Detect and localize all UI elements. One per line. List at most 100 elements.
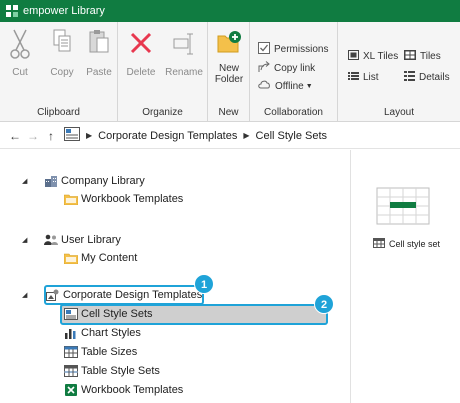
xl-tiles-icon bbox=[348, 50, 359, 63]
empower-logo-icon bbox=[6, 5, 18, 17]
red-x-icon bbox=[122, 28, 160, 63]
details-button[interactable]: Details bbox=[404, 71, 450, 84]
table-style-sets-icon bbox=[64, 365, 78, 377]
cell-style-set-item[interactable]: Cell style set bbox=[373, 238, 440, 250]
breadcrumb-item[interactable]: Corporate Design Templates bbox=[98, 130, 237, 142]
forward-arrow-icon[interactable]: → bbox=[24, 129, 42, 143]
tree-node-chart-styles[interactable]: Chart Styles bbox=[64, 324, 141, 342]
up-arrow-icon[interactable]: ↑ bbox=[42, 129, 60, 143]
cut-label: Cut bbox=[12, 67, 28, 78]
paste-label: Paste bbox=[86, 67, 112, 78]
tree-node-label: Workbook Templates bbox=[81, 193, 184, 205]
new-group-label: New bbox=[218, 107, 239, 118]
clipboard-group-label: Clipboard bbox=[37, 107, 80, 118]
collaboration-group: Permissions Copy link Offline ▼ Collabor… bbox=[250, 22, 338, 122]
list-button[interactable]: List bbox=[348, 71, 379, 84]
list-label: List bbox=[363, 72, 379, 83]
offline-button[interactable]: Offline ▼ bbox=[258, 80, 313, 92]
paste-button[interactable]: Paste bbox=[84, 28, 114, 78]
expand-toggle-icon[interactable]: ◢ bbox=[22, 177, 27, 185]
tree-node-label: My Content bbox=[81, 252, 138, 264]
folder-plus-icon bbox=[212, 28, 246, 59]
new-folder-button[interactable]: New Folder bbox=[212, 28, 246, 85]
window-title: empower Library bbox=[23, 5, 105, 17]
copy-link-button[interactable]: Copy link bbox=[258, 61, 315, 76]
list-icon bbox=[348, 71, 359, 84]
tree-node-my-content[interactable]: My Content bbox=[63, 249, 138, 267]
organize-group: Delete Rename Organize bbox=[118, 22, 208, 122]
new-group: New Folder New bbox=[208, 22, 250, 122]
copy-label: Copy bbox=[50, 67, 74, 78]
copy-button[interactable]: Copy bbox=[46, 28, 78, 78]
folder-icon bbox=[63, 252, 79, 265]
callout-box-2 bbox=[60, 304, 328, 325]
layout-group: XL Tiles Tiles List Details Layout bbox=[338, 22, 460, 122]
cloud-icon bbox=[258, 80, 271, 92]
callout-badge-2: 2 bbox=[314, 294, 334, 314]
chevron-down-icon: ▼ bbox=[305, 82, 313, 90]
clipboard-icon bbox=[84, 28, 114, 63]
xl-tiles-label: XL Tiles bbox=[363, 51, 399, 62]
checkbox-icon bbox=[258, 42, 270, 57]
permissions-button[interactable]: Permissions bbox=[258, 42, 328, 57]
copy-link-label: Copy link bbox=[274, 63, 316, 74]
rename-button[interactable]: Rename bbox=[164, 28, 204, 78]
tiles-button[interactable]: Tiles bbox=[404, 50, 441, 63]
folder-icon bbox=[63, 193, 79, 206]
back-arrow-icon[interactable]: ← bbox=[6, 129, 24, 143]
share-arrow-icon bbox=[258, 61, 270, 76]
rename-label: Rename bbox=[165, 67, 203, 78]
tree-node-label: Chart Styles bbox=[81, 327, 141, 339]
details-icon bbox=[404, 71, 415, 84]
permissions-label: Permissions bbox=[274, 44, 329, 55]
xl-tiles-button[interactable]: XL Tiles bbox=[348, 50, 398, 63]
rename-icon bbox=[164, 28, 204, 63]
tiles-label: Tiles bbox=[420, 51, 441, 62]
callout-badge-1: 1 bbox=[194, 274, 214, 294]
tree-node-user-library[interactable]: User Library bbox=[44, 231, 121, 249]
breadcrumb-separator-icon: ▶ bbox=[86, 131, 93, 140]
location-icon bbox=[64, 127, 80, 144]
details-label: Details bbox=[419, 72, 450, 83]
breadcrumb-item[interactable]: Cell Style Sets bbox=[256, 130, 328, 142]
excel-workbook-icon bbox=[64, 384, 78, 396]
users-icon bbox=[44, 234, 58, 246]
cell-style-set-thumbnail[interactable] bbox=[371, 170, 435, 234]
tiles-icon bbox=[404, 50, 416, 63]
tree-node-table-style-sets[interactable]: Table Style Sets bbox=[64, 362, 160, 380]
new-folder-label-line1: New bbox=[218, 63, 239, 74]
tree-node-company-library[interactable]: Company Library bbox=[44, 172, 145, 190]
organize-group-label: Organize bbox=[142, 107, 183, 118]
layout-group-label: Layout bbox=[383, 107, 415, 118]
tree-node-label: User Library bbox=[61, 234, 121, 246]
scissors-icon bbox=[6, 28, 34, 63]
tree-node-label: Company Library bbox=[61, 175, 145, 187]
chart-styles-icon bbox=[64, 327, 78, 339]
company-library-icon bbox=[44, 175, 58, 187]
copy-icon bbox=[46, 28, 78, 63]
clipboard-group: Cut Copy Paste Clipboard bbox=[0, 22, 118, 122]
delete-button[interactable]: Delete bbox=[122, 28, 160, 78]
tree-node-label: Workbook Templates bbox=[81, 384, 184, 396]
tree-node-company-workbook-templates[interactable]: Workbook Templates bbox=[63, 190, 184, 208]
tree-node-label: Table Style Sets bbox=[81, 365, 160, 377]
cell-style-set-label: Cell style set bbox=[389, 239, 441, 249]
tree-node-table-sizes[interactable]: Table Sizes bbox=[64, 343, 137, 361]
address-bar: ← → ↑ ▶ Corporate Design Templates ▶ Cel… bbox=[0, 123, 460, 149]
cut-button[interactable]: Cut bbox=[6, 28, 34, 78]
tree-node-workbook-templates[interactable]: Workbook Templates bbox=[64, 381, 183, 399]
offline-label: Offline bbox=[275, 80, 304, 92]
delete-label: Delete bbox=[126, 67, 156, 78]
collaboration-group-label: Collaboration bbox=[264, 107, 323, 118]
title-bar: empower Library bbox=[0, 0, 460, 22]
new-folder-label-line2: Folder bbox=[214, 74, 244, 85]
tree-node-label: Table Sizes bbox=[81, 346, 138, 358]
ribbon: Cut Copy Paste Clipboard Delete Rename O… bbox=[0, 22, 460, 122]
table-sizes-icon bbox=[64, 346, 78, 358]
callout-box-1 bbox=[44, 285, 204, 305]
content-pane: Cell style set bbox=[351, 150, 460, 403]
expand-toggle-icon[interactable]: ◢ bbox=[22, 236, 27, 244]
cell-style-set-icon bbox=[373, 238, 385, 250]
breadcrumb-separator-icon: ▶ bbox=[243, 131, 250, 140]
expand-toggle-icon[interactable]: ◢ bbox=[22, 291, 27, 299]
